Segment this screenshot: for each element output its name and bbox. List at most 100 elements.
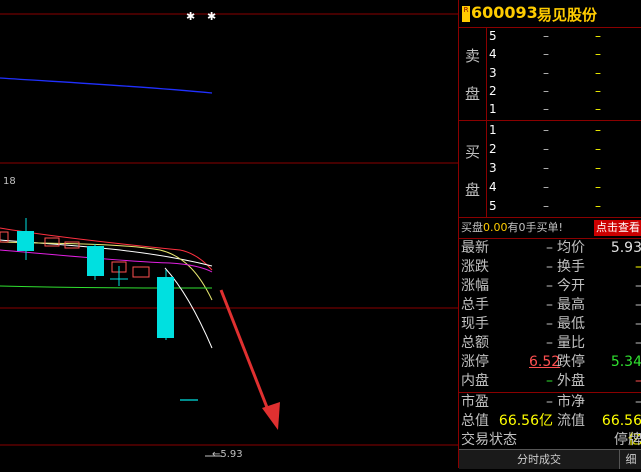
- quote-label: 跌停: [557, 354, 585, 370]
- volume: –: [595, 123, 601, 137]
- sell-label-top: 卖: [465, 47, 481, 65]
- quote-row: 内盘 – 外盘 –: [459, 372, 641, 391]
- quote-label: 外盘: [557, 373, 585, 389]
- level: 1: [489, 123, 497, 137]
- trade-status-label: 交易状态: [461, 432, 517, 448]
- quote-row: 总手 – 最高 –: [459, 296, 641, 315]
- level: 3: [489, 161, 497, 175]
- sell-label: 卖 盘: [459, 27, 487, 120]
- panel-footer-tabs: 分时成交 细: [459, 449, 641, 469]
- volume: –: [595, 29, 601, 43]
- buy-label-top: 买: [465, 143, 481, 161]
- level: 4: [489, 180, 497, 194]
- warning-number: 0.00: [483, 221, 508, 234]
- marker-star-b: ✱: [207, 10, 217, 23]
- buy-orderbook: 买 盘 1 – – 2 – – 3 – – 4 – – 5 – –: [459, 121, 641, 218]
- price: –: [543, 29, 549, 43]
- quote-panel: R 600093 易见股份 卖 盘 5 – – 4 – – 3 – – 2 – …: [458, 0, 641, 469]
- price: –: [543, 84, 549, 98]
- quote-label: 流值: [557, 413, 585, 429]
- quote-label: 内盘: [461, 373, 489, 389]
- quote-row: 总值 66.56亿 流值 66.56亿: [459, 412, 641, 448]
- price: –: [543, 66, 549, 80]
- sell-label-bottom: 盘: [465, 85, 481, 103]
- warning-text: 买盘0.00有0手买单!: [461, 218, 563, 238]
- quote-value: –: [546, 316, 553, 332]
- limit-down-value: 5.34: [610, 354, 641, 370]
- volume: –: [595, 199, 601, 213]
- quote-label: 总手: [461, 297, 489, 313]
- quote-value: –: [599, 315, 641, 334]
- quote-value: –: [599, 296, 641, 315]
- price: –: [543, 47, 549, 61]
- warning-suffix: 有0手买单!: [507, 221, 563, 234]
- quote-value: –: [546, 278, 553, 294]
- candle: [87, 246, 104, 276]
- buy-label-bottom: 盘: [465, 181, 481, 199]
- quote-label: 最低: [557, 316, 585, 332]
- price: –: [543, 180, 549, 194]
- quote-value: –: [546, 297, 553, 313]
- price: –: [543, 199, 549, 213]
- total-market-value: 66.56亿: [498, 413, 553, 429]
- volume: –: [595, 142, 601, 156]
- volume: –: [595, 102, 601, 116]
- buy-row[interactable]: 4 – –: [489, 178, 639, 197]
- sell-row[interactable]: 2 – –: [489, 82, 639, 101]
- trade-status-value: 停牌: [614, 432, 641, 448]
- quote-value: 5.93: [610, 240, 641, 256]
- level: 2: [489, 142, 497, 156]
- price: –: [543, 161, 549, 175]
- level: 5: [489, 29, 497, 43]
- quote-value: –: [546, 335, 553, 351]
- annotation-arrow-head: [262, 402, 280, 430]
- quote-label: 最高: [557, 297, 585, 313]
- quote-value: –: [546, 373, 553, 389]
- ma-line-blue: [0, 77, 213, 94]
- quote-label: 换手: [557, 259, 585, 275]
- price-axis-label: ←5.93: [212, 449, 243, 460]
- tab-tick-trades[interactable]: 分时成交: [459, 450, 620, 469]
- limit-up-value: 6.52: [529, 354, 561, 370]
- warning-prefix: 买盘: [461, 221, 483, 234]
- quote-value: –: [599, 393, 641, 412]
- quote-label: 量比: [557, 335, 585, 351]
- price: –: [543, 102, 549, 116]
- quote-label: 最新: [461, 240, 489, 256]
- price: –: [543, 142, 549, 156]
- quote-label: 现手: [461, 316, 489, 332]
- buy-warning-bar: 买盘0.00有0手买单! 点击查看: [459, 218, 641, 239]
- volume: –: [595, 47, 601, 61]
- sell-row[interactable]: 1 – –: [489, 100, 639, 119]
- quote-value: –: [546, 240, 553, 256]
- tab-detail[interactable]: 细: [620, 450, 641, 469]
- buy-row[interactable]: 2 – –: [489, 140, 639, 159]
- marker-star-a: ✱: [186, 10, 196, 23]
- volume: –: [595, 66, 601, 80]
- sell-row[interactable]: 4 – –: [489, 45, 639, 64]
- quote-value: –: [599, 334, 641, 353]
- stock-header: R 600093 易见股份: [459, 0, 641, 28]
- level: 2: [489, 84, 497, 98]
- kline-svg: [0, 13, 458, 457]
- kline-chart[interactable]: ✱ ✱ 18 ←5.93: [0, 0, 458, 468]
- quote-value: –: [546, 259, 553, 275]
- quote-label: 均价: [557, 240, 585, 256]
- volume: –: [595, 180, 601, 194]
- view-details-button[interactable]: 点击查看: [594, 220, 641, 236]
- sell-row[interactable]: 5 – –: [489, 27, 639, 46]
- quote-label: 市净: [557, 394, 585, 410]
- volume: –: [595, 84, 601, 98]
- quote-row: 市盈 – 市净 –: [459, 393, 641, 412]
- quote-row: 涨幅 – 今开 –: [459, 277, 641, 296]
- sell-row[interactable]: 3 – –: [489, 64, 639, 83]
- buy-row[interactable]: 5 – –: [489, 197, 639, 216]
- quote-value: –: [546, 394, 553, 410]
- buy-row[interactable]: 1 – –: [489, 121, 639, 140]
- quote-row: 涨停 6.52 跌停 5.34: [459, 353, 641, 372]
- quote-label: 市盈: [461, 394, 489, 410]
- quote-row: 总额 – 量比 –: [459, 334, 641, 353]
- sub-panel-label: 18: [3, 176, 16, 187]
- stock-name: 易见股份: [537, 6, 598, 24]
- buy-row[interactable]: 3 – –: [489, 159, 639, 178]
